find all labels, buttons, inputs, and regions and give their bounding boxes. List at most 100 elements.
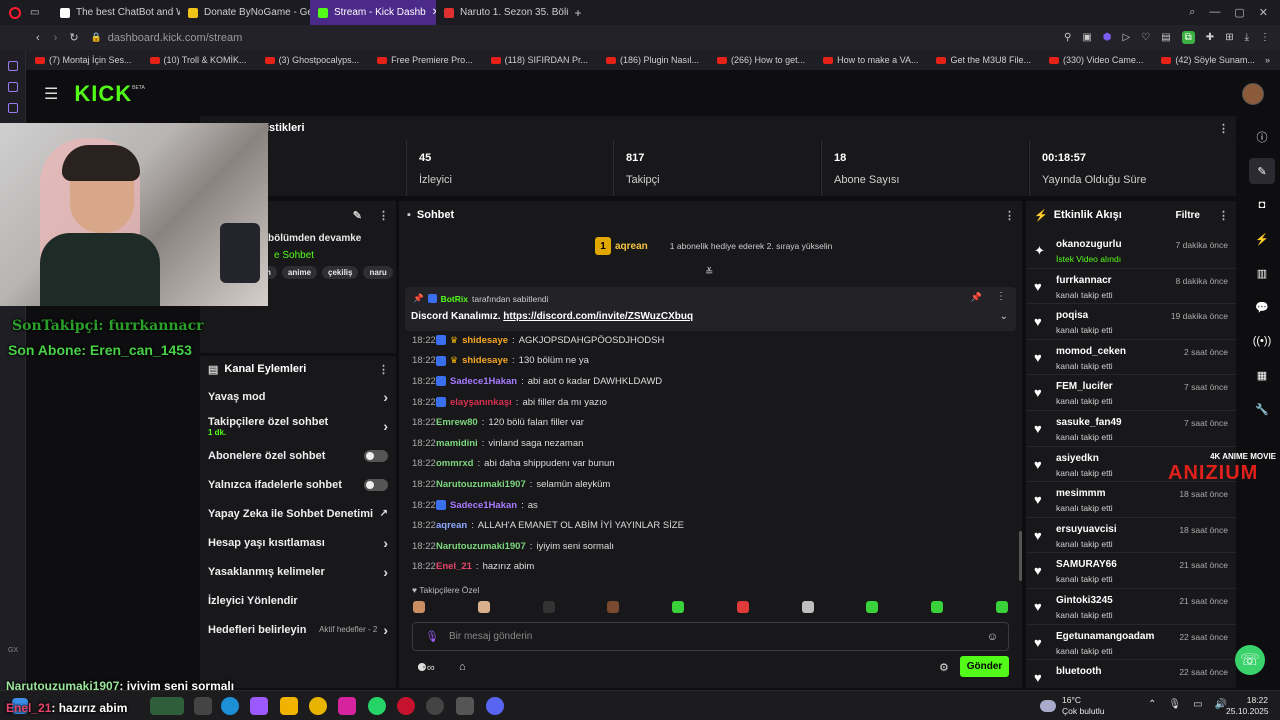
chat-tools-icon[interactable]: ⚈∞ [417, 661, 435, 674]
clipboard-icon[interactable]: ▥ [1249, 260, 1275, 286]
pinned-link[interactable]: https://discord.com/invite/ZSWuzCXbuq [503, 311, 693, 322]
emote-icon[interactable] [801, 601, 814, 613]
layout-icon[interactable]: ▦ [1249, 362, 1275, 388]
chat-bubble-icon[interactable]: 💬 [1249, 294, 1275, 320]
event-username[interactable]: Egetunamangoadam [1056, 631, 1154, 642]
message-username[interactable]: shidesaye [462, 355, 508, 366]
back-icon[interactable]: ‹ [36, 32, 40, 44]
channel-action[interactable]: Yasaklanmış kelimeler › [200, 557, 396, 586]
emote-icon[interactable] [931, 601, 944, 613]
message-username[interactable]: aqrean [436, 520, 467, 531]
emote-icon[interactable] [736, 601, 749, 613]
unpin-icon[interactable]: 📌 [971, 292, 982, 303]
whatsapp-app-icon[interactable] [368, 697, 386, 715]
channel-action[interactable]: Hedefleri belirleyin Aktif hedefler - 2 › [200, 615, 396, 644]
lightning-icon[interactable]: ⚡ [1249, 226, 1275, 252]
channel-action[interactable]: Yavaş mod › [200, 382, 396, 411]
toggle-switch[interactable] [364, 449, 388, 462]
channel-action[interactable]: Takipçilere özel sohbet 1 dk. › [200, 411, 396, 441]
channel-action[interactable]: Yapay Zeka ile Sohbet Denetimi ↗ [200, 499, 396, 528]
message-username[interactable]: shidesaye [462, 335, 508, 346]
network-icon[interactable]: ▭ [1193, 699, 1202, 710]
message-username[interactable]: Narutouzumaki1907 [436, 479, 526, 490]
download-icon[interactable]: ⤓ [1245, 32, 1249, 43]
info-icon[interactable]: ⓘ [1249, 124, 1275, 150]
bookmark-item[interactable]: Free Premiere Pro... [368, 55, 482, 65]
browser-tab[interactable]: Donate ByNoGame - Gel [180, 0, 310, 25]
camera-icon[interactable]: ◘ [1249, 192, 1275, 218]
chat-scrollbar[interactable] [1019, 531, 1022, 581]
opera-gx-icon[interactable] [397, 697, 415, 715]
browser-tab[interactable]: The best ChatBot and W [52, 0, 180, 25]
event-username[interactable]: poqisa [1056, 310, 1088, 321]
pinned-by[interactable]: BotRix [441, 294, 468, 304]
mic-tray-icon[interactable]: 🎙 [1168, 699, 1181, 710]
file-explorer-icon[interactable] [280, 697, 298, 715]
message-username[interactable]: Emrew80 [436, 417, 478, 428]
url-field[interactable]: dashboard.kick.com/stream [108, 32, 243, 44]
bookmark-item[interactable]: Get the M3U8 File... [927, 55, 1040, 65]
history-icon[interactable] [7, 103, 18, 113]
copilot-icon[interactable] [250, 697, 268, 715]
whatsapp-icon[interactable] [7, 82, 18, 92]
pencil-icon[interactable]: ✎ [1249, 158, 1275, 184]
close-window-icon[interactable]: ✕ [1259, 6, 1268, 19]
bookmark-item[interactable]: (7) Montaj İçin Ses... [26, 55, 141, 65]
bookmark-item[interactable]: (118) SIFIRDAN Pr... [482, 55, 597, 65]
event-username[interactable]: FEM_lucifer [1056, 381, 1113, 392]
extension-active-icon[interactable]: ⧉ [1181, 31, 1195, 44]
event-username[interactable]: okanozugurlu [1056, 239, 1122, 250]
emote-icon[interactable] [672, 601, 685, 613]
bookmark-item[interactable]: (42) Söyle Sunam... [1152, 55, 1264, 65]
task-view-icon[interactable] [194, 697, 212, 715]
discord-icon[interactable] [486, 697, 504, 715]
channel-action[interactable]: Hesap yaşı kısıtlaması › [200, 528, 396, 557]
activity-menu-icon[interactable]: ⋮ [1218, 209, 1229, 222]
channel-action[interactable]: İzleyici Yönlendir [200, 586, 396, 615]
chat-menu-icon[interactable]: ⋮ [1004, 209, 1015, 222]
toggle-switch[interactable] [364, 478, 388, 491]
chat-settings-icon[interactable]: ⚙ [939, 661, 949, 674]
event-username[interactable]: ersuyuavcisi [1056, 524, 1117, 535]
expand-pinned-icon[interactable]: ⌄ [1000, 311, 1008, 322]
easy-setup-icon[interactable]: ⊞ [1225, 32, 1233, 43]
emote-icon[interactable] [607, 601, 620, 613]
obs-icon[interactable] [426, 697, 444, 715]
forward-icon[interactable]: › [54, 32, 58, 44]
chat-input[interactable]: 🎙 Bir mesaj gönderin ☺ [412, 622, 1009, 651]
instagram-icon[interactable] [338, 697, 356, 715]
extensions-icon[interactable]: ✚ [1206, 32, 1214, 43]
more-bookmarks-icon[interactable]: » [1265, 55, 1280, 65]
scroll-down-icon[interactable]: ≚ [705, 267, 713, 278]
chat-widget-button[interactable]: ☏ [1235, 645, 1265, 675]
event-username[interactable]: Gintoki3245 [1056, 595, 1113, 606]
event-username[interactable]: asiyedkn [1056, 453, 1099, 464]
event-username[interactable]: momod_ceken [1056, 346, 1126, 357]
maximize-icon[interactable]: ▢ [1234, 6, 1244, 19]
send-button[interactable]: Gönder [960, 656, 1009, 677]
bookmark-item[interactable]: (10) Troll & KOMİK... [141, 55, 256, 65]
message-username[interactable]: mamidini [436, 438, 478, 449]
new-tab-button[interactable]: + [568, 6, 588, 20]
gift-user[interactable]: aqrean [615, 241, 648, 252]
message-username[interactable]: Sadece1Hakan [450, 376, 517, 387]
chat-link[interactable]: e Sohbet [274, 250, 396, 261]
widgets-icon[interactable] [150, 697, 184, 715]
emote-icon[interactable] [995, 601, 1008, 613]
channel-action[interactable]: Abonelere özel sohbet [200, 441, 396, 470]
pinned-menu-icon[interactable]: ⋮ [996, 291, 1006, 302]
microphone-icon[interactable]: 🎙 [425, 630, 439, 643]
message-username[interactable]: Narutouzumaki1907 [436, 541, 526, 552]
edit-icon[interactable]: ✎ [353, 209, 362, 222]
bookmark-item[interactable]: (3) Ghostpocalyps... [256, 55, 369, 65]
clock[interactable]: 18:22 25.10.2025 [1226, 695, 1269, 717]
filter-button[interactable]: Filtre [1176, 210, 1200, 221]
browser-tab[interactable]: Naruto 1. Sezon 35. Bölüm [436, 0, 568, 25]
weather-widget[interactable]: 16°C Çok bulutlu [1040, 695, 1105, 717]
pin-icon[interactable]: ⚲ [1064, 32, 1071, 43]
bookmark-item[interactable]: How to make a VA... [814, 55, 927, 65]
bookmark-item[interactable]: (330) Video Came... [1040, 55, 1152, 65]
message-username[interactable]: elayşanınkaşı [450, 397, 512, 408]
steam-icon[interactable] [456, 697, 474, 715]
browser-menu-icon[interactable]: ⋮ [1260, 32, 1270, 43]
